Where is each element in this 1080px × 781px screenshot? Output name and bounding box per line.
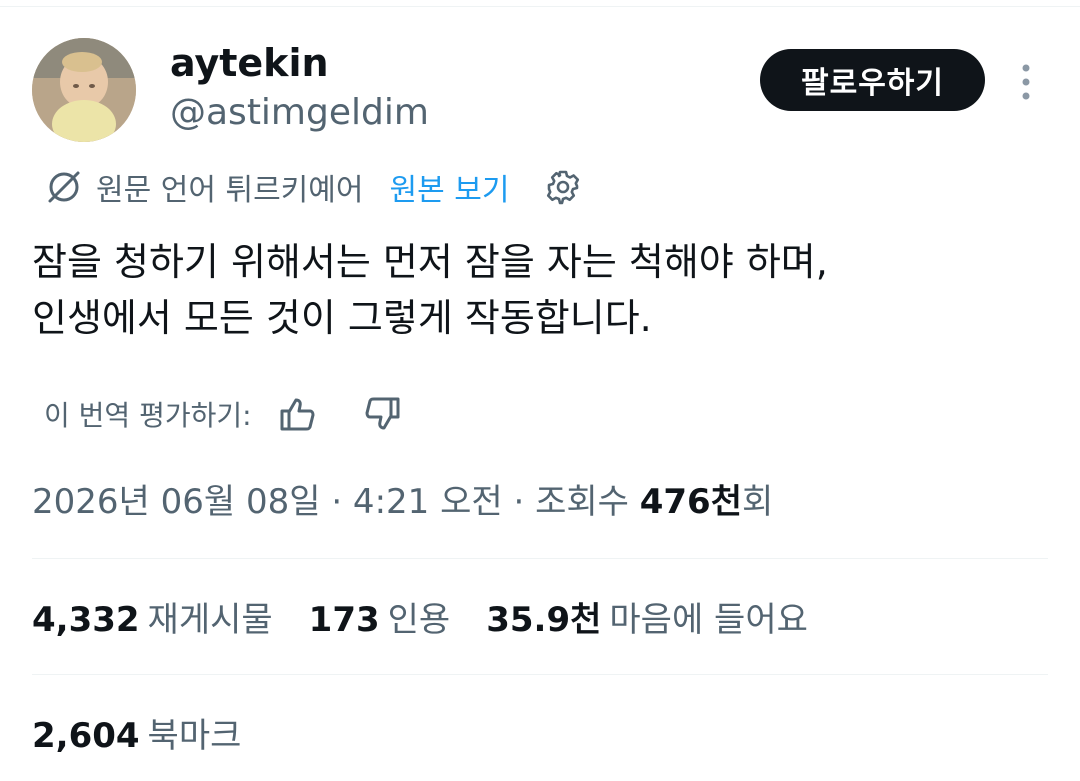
- retweets-count: 4,332: [32, 600, 140, 640]
- likes-label: 마음에 들어요: [609, 600, 808, 640]
- gear-icon[interactable]: [545, 169, 581, 205]
- engagement-stats: 4,332 재게시물 173 인용 35.9천 마음에 들어요: [32, 596, 844, 644]
- quotes-label: 인용: [387, 600, 451, 640]
- translation-bar: 원문 언어 튀르키예어 원본 보기: [44, 164, 581, 210]
- rate-translation-label: 이 번역 평가하기:: [44, 399, 252, 432]
- tweet-line: 인생에서 모든 것이 그렇게 작동합니다.: [32, 296, 652, 340]
- top-divider: [0, 6, 1080, 7]
- tweet-meta: 2026년 06월 08일 · 4:21 오전 · 조회수 476천회: [32, 478, 773, 526]
- follow-button[interactable]: 팔로우하기: [760, 49, 985, 111]
- avatar-image: [32, 38, 136, 142]
- rate-translation-row: 이 번역 평가하기:: [44, 392, 402, 436]
- tweet-timestamp[interactable]: 2026년 06월 08일 · 4:21 오전 · 조회수: [32, 482, 640, 522]
- display-name[interactable]: aytekin: [170, 40, 329, 86]
- quotes-stat[interactable]: 173 인용: [309, 596, 451, 644]
- user-handle[interactable]: @astimgeldim: [170, 90, 429, 136]
- bookmarks-label: 북마크: [147, 716, 242, 756]
- quotes-count: 173: [308, 600, 380, 640]
- retweets-stat[interactable]: 4,332 재게시물: [32, 596, 273, 644]
- view-original-link[interactable]: 원본 보기: [389, 165, 509, 209]
- avatar[interactable]: [32, 38, 136, 142]
- bookmarks-count: 2,604: [32, 716, 140, 756]
- views-count: 476천: [639, 482, 742, 522]
- divider: [32, 674, 1048, 675]
- likes-count: 35.9천: [486, 600, 602, 640]
- bookmarks-stat[interactable]: 2,604 북마크: [32, 712, 241, 760]
- thumbs-down-icon[interactable]: [362, 394, 402, 434]
- thumbs-up-icon[interactable]: [278, 394, 318, 434]
- likes-stat[interactable]: 35.9천 마음에 들어요: [486, 596, 808, 644]
- views-suffix: 회: [742, 482, 774, 522]
- tweet-text: 잠을 청하기 위해서는 먼저 잠을 자는 척해야 하며, 인생에서 모든 것이 …: [32, 234, 1032, 346]
- translate-slash-icon: [48, 171, 80, 203]
- divider: [32, 558, 1048, 559]
- more-vertical-icon[interactable]: [1012, 62, 1040, 102]
- translation-source: 원문 언어 튀르키예어: [96, 173, 364, 208]
- retweets-label: 재게시물: [147, 600, 273, 640]
- tweet-line: 잠을 청하기 위해서는 먼저 잠을 자는 척해야 하며,: [32, 240, 828, 284]
